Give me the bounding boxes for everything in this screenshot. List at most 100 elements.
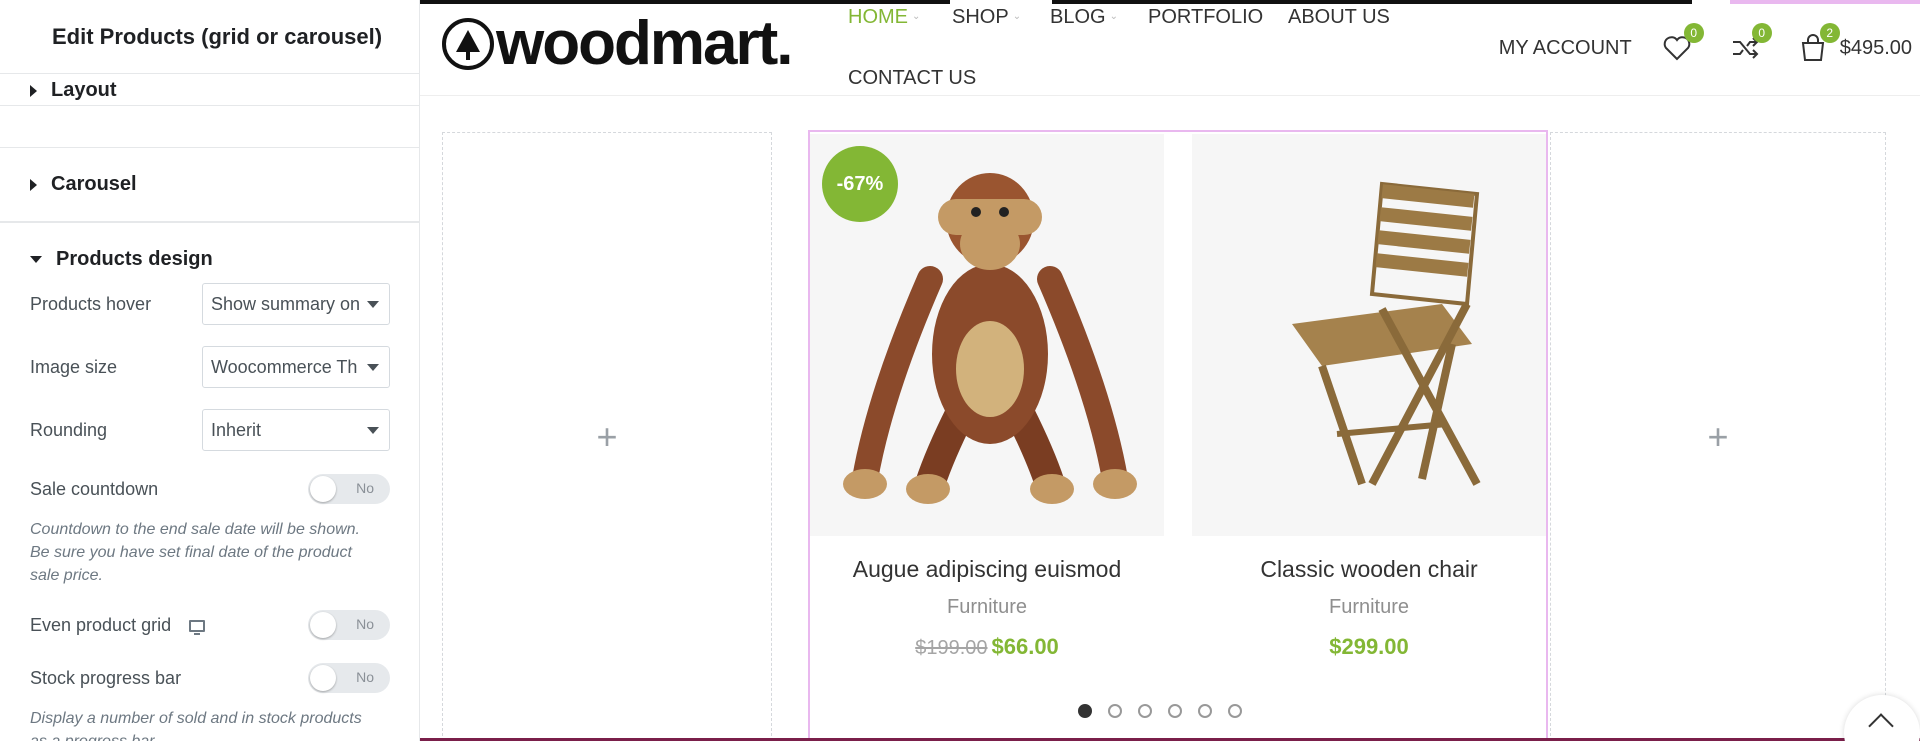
caret-right-icon xyxy=(30,178,37,191)
products-hover-value: Show summary on xyxy=(211,293,361,314)
toggle-knob xyxy=(310,665,336,691)
control-image-size: Image size Woocommerce Th xyxy=(30,346,390,388)
chevron-down-icon: ⌄ xyxy=(1012,11,1022,22)
product-category[interactable]: Furniture xyxy=(1192,596,1546,619)
even-grid-label-wrap: Even product grid xyxy=(30,614,206,636)
section-products-design-label: Products design xyxy=(56,248,213,270)
nav-about[interactable]: ABOUT US xyxy=(1288,6,1390,29)
add-element-button[interactable]: + xyxy=(1707,416,1728,458)
editor-panel: Edit Products (grid or carousel) Layout … xyxy=(0,0,420,741)
products-hover-label: Products hover xyxy=(30,293,152,314)
control-products-hover: Products hover Show summary on xyxy=(30,283,390,325)
top-progress-bars xyxy=(420,0,1920,4)
stock-bar-label: Stock progress bar xyxy=(30,667,182,688)
chevron-down-icon: ⌄ xyxy=(1109,11,1118,22)
toggle-state: No xyxy=(356,669,374,685)
pagination-dot[interactable] xyxy=(1108,704,1122,718)
product-image[interactable]: -67% xyxy=(810,134,1164,536)
pagination-dot[interactable] xyxy=(1228,704,1242,718)
caret-right-icon xyxy=(30,84,37,97)
image-size-select[interactable]: Woocommerce Th xyxy=(202,346,390,388)
tree-logo-icon xyxy=(442,18,494,70)
nav-blog[interactable]: BLOG ⌄ xyxy=(1050,6,1118,29)
toggle-state: No xyxy=(356,616,374,632)
sale-badge: -67% xyxy=(822,146,898,222)
cart-button[interactable]: 2 xyxy=(1798,23,1840,63)
image-size-value: Woocommerce Th xyxy=(211,356,358,377)
compare-button[interactable]: 0 xyxy=(1730,23,1772,63)
image-size-label: Image size xyxy=(30,356,118,377)
top-bar-segment xyxy=(1730,0,1920,4)
toggle-knob xyxy=(310,612,336,638)
toggle-knob xyxy=(310,476,336,502)
product-card[interactable]: Classic wooden chair Furniture $299.00 xyxy=(1192,134,1546,734)
sale-countdown-label: Sale countdown xyxy=(30,478,159,499)
pagination-dot[interactable] xyxy=(1078,704,1092,718)
section-carousel-label: Carousel xyxy=(51,173,137,195)
nav-blog-label: BLOG xyxy=(1050,6,1106,28)
pagination-dot[interactable] xyxy=(1198,704,1212,718)
caret-down-icon xyxy=(30,256,42,263)
product-card[interactable]: -67% Augue adipiscing euismod Furniture … xyxy=(810,134,1164,734)
nav-shop-label: SHOP xyxy=(952,6,1009,28)
rounding-label: Rounding xyxy=(30,419,108,440)
cart-total[interactable]: $495.00 xyxy=(1840,37,1912,60)
products-carousel[interactable]: -67% Augue adipiscing euismod Furniture … xyxy=(808,130,1548,741)
control-sale-countdown: Sale countdown No xyxy=(30,474,390,504)
desktop-icon[interactable] xyxy=(189,619,206,635)
old-price: $199.00 xyxy=(915,637,988,659)
logo-text: woodmart. xyxy=(496,9,793,78)
even-grid-toggle[interactable]: No xyxy=(308,610,390,640)
add-element-button[interactable]: + xyxy=(596,416,617,458)
even-grid-label: Even product grid xyxy=(30,614,172,635)
wooden-chair-image xyxy=(1292,181,1481,486)
product-price: $299.00 xyxy=(1192,634,1546,660)
control-stock-bar: Stock progress bar No xyxy=(30,663,390,693)
pagination-dot[interactable] xyxy=(1168,704,1182,718)
sale-countdown-toggle[interactable]: No xyxy=(308,474,390,504)
site-preview: woodmart. HOME ⌄ SHOP ⌄ BLOG ⌄ PORTFOLIO AB… xyxy=(420,0,1920,741)
wishlist-count: 0 xyxy=(1683,23,1704,43)
sale-countdown-note: Countdown to the end sale date will be s… xyxy=(30,521,360,584)
top-bar-segment xyxy=(420,0,950,4)
dropdown-arrow-icon xyxy=(367,427,379,434)
compare-count: 0 xyxy=(1751,23,1772,43)
dropdown-arrow-icon xyxy=(367,301,379,308)
wishlist-button[interactable]: 0 xyxy=(1662,23,1704,63)
stock-bar-note: Display a number of sold and in stock pr… xyxy=(30,710,362,741)
product-title[interactable]: Classic wooden chair xyxy=(1192,556,1546,583)
sale-price: $66.00 xyxy=(991,634,1059,659)
section-layout-label: Layout xyxy=(51,79,117,101)
empty-column-left: + xyxy=(442,132,772,741)
panel-header: Edit Products (grid or carousel) xyxy=(0,0,419,74)
nav-shop[interactable]: SHOP ⌄ xyxy=(952,6,1021,29)
products-hover-select[interactable]: Show summary on xyxy=(202,283,390,325)
site-logo[interactable]: woodmart. xyxy=(442,9,793,78)
nav-portfolio[interactable]: PORTFOLIO xyxy=(1148,6,1263,29)
chevron-down-icon: ⌄ xyxy=(912,11,921,22)
nav-home[interactable]: HOME ⌄ xyxy=(848,6,920,29)
control-even-grid: Even product grid No xyxy=(30,610,390,640)
empty-column-right: + xyxy=(1550,132,1886,741)
control-rounding: Rounding Inherit xyxy=(30,409,390,451)
my-account-link[interactable]: MY ACCOUNT xyxy=(1499,37,1632,60)
section-carousel[interactable]: Carousel xyxy=(0,148,419,222)
product-price-value: $299.00 xyxy=(1329,634,1409,659)
panel-title: Edit Products (grid or carousel) xyxy=(52,23,383,49)
rounding-value: Inherit xyxy=(211,419,262,440)
product-title[interactable]: Augue adipiscing euismod xyxy=(810,556,1164,583)
top-bar-segment xyxy=(1052,0,1692,4)
header-actions: MY ACCOUNT 0 0 2 $495.00 xyxy=(1499,23,1912,68)
nav-contact[interactable]: CONTACT US xyxy=(848,67,976,90)
cart-count: 2 xyxy=(1819,23,1840,43)
product-category[interactable]: Furniture xyxy=(810,596,1164,619)
site-header: woodmart. HOME ⌄ SHOP ⌄ BLOG ⌄ PORTFOLIO AB… xyxy=(420,0,1920,96)
dropdown-arrow-icon xyxy=(367,364,379,371)
rounding-select[interactable]: Inherit xyxy=(202,409,390,451)
section-layout[interactable]: Layout xyxy=(0,74,419,106)
carousel-pagination xyxy=(1078,704,1258,718)
stock-bar-toggle[interactable]: No xyxy=(308,663,390,693)
product-image[interactable] xyxy=(1192,134,1546,536)
pagination-dot[interactable] xyxy=(1138,704,1152,718)
product-price: $199.00 $66.00 xyxy=(810,634,1164,660)
